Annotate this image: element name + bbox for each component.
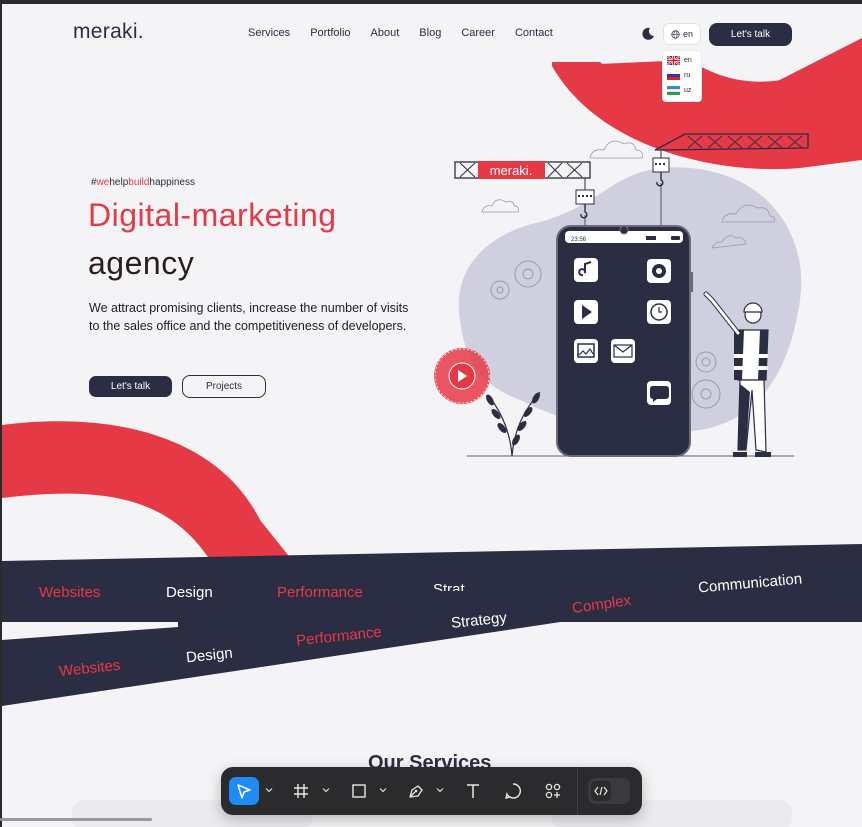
design-toolbar	[221, 767, 642, 815]
frame-tool-button[interactable]	[287, 777, 315, 805]
ticker-top-item-2: Design	[166, 584, 213, 601]
ticker-top-item-1: Websites	[39, 584, 101, 601]
phone-illustration: 23:56	[556, 225, 693, 457]
chevron-down-icon[interactable]	[379, 786, 387, 794]
horizontal-scrollbar[interactable]	[0, 818, 152, 821]
toolbar-divider	[577, 767, 578, 815]
pen-icon	[409, 785, 423, 798]
text-tool-button[interactable]	[459, 777, 487, 805]
ticker-top-item-3: Performance	[277, 584, 363, 601]
crane-sign-text: meraki.	[490, 163, 533, 178]
cursor-icon	[237, 784, 251, 799]
chevron-down-icon[interactable]	[322, 786, 330, 794]
showreel-play-button[interactable]	[434, 348, 490, 404]
text-icon	[467, 784, 479, 798]
components-icon	[545, 783, 561, 799]
chevron-down-icon[interactable]	[265, 786, 273, 794]
comment-icon	[505, 783, 521, 799]
right-crane	[652, 133, 809, 232]
plant-illustration	[486, 391, 541, 457]
chevron-down-icon[interactable]	[436, 786, 444, 794]
hero-illustration: meraki. 23:56	[434, 133, 809, 457]
rectangle-icon	[352, 784, 366, 798]
dev-mode-toggle[interactable]	[588, 778, 630, 804]
comment-tool-button[interactable]	[499, 777, 527, 805]
components-tool-button[interactable]	[539, 777, 567, 805]
ticker-top-item-4: Strat	[433, 581, 465, 591]
frame-icon	[294, 784, 308, 798]
phone-time: 23:56	[571, 237, 587, 243]
code-icon	[591, 781, 611, 801]
move-tool-button[interactable]	[229, 777, 259, 805]
pen-tool-button[interactable]	[402, 777, 430, 805]
worker-illustration	[703, 291, 771, 457]
shape-tool-button[interactable]	[345, 777, 373, 805]
